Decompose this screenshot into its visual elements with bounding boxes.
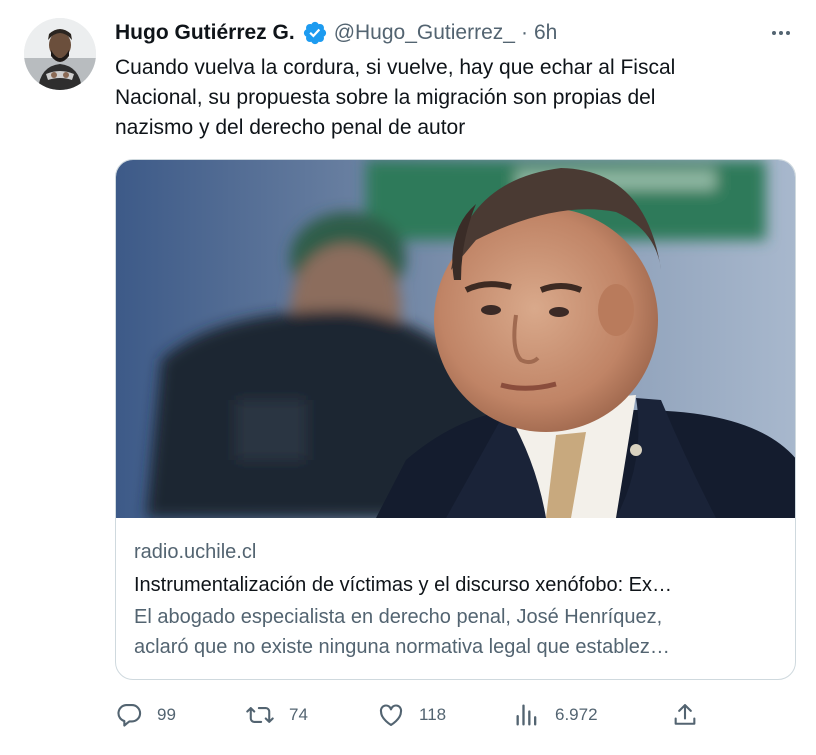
reply-count: 99 [157, 705, 176, 724]
retweet-button[interactable]: 74 [245, 698, 308, 732]
share-button[interactable] [671, 698, 699, 732]
tweet-text-line: nazismo y del derecho penal de autor [115, 116, 466, 139]
card-title: Instrumentalización de víctimas y el dis… [134, 574, 673, 596]
link-preview-card[interactable]: radio.uchile.cl Instrumentalización de v… [115, 159, 796, 680]
card-meta[interactable]: radio.uchile.cl Instrumentalización de v… [134, 537, 779, 662]
views-button[interactable]: 6.972 [513, 698, 598, 732]
share-upload-icon [671, 701, 699, 729]
like-count: 118 [419, 705, 447, 724]
card-description: El abogado especialista en derecho penal… [134, 602, 779, 662]
author-display-name[interactable]: Hugo Gutiérrez G. [115, 21, 295, 45]
reply-bubble-icon [115, 701, 143, 729]
view-count: 6.972 [555, 705, 598, 724]
tweet-text: Cuando vuelva la cordura, si vuelve, hay… [115, 53, 765, 143]
author-handle[interactable]: @Hugo_Gutierrez_ [334, 21, 515, 45]
card-description-line: El abogado especialista en derecho penal… [134, 606, 663, 628]
verified-badge-icon[interactable] [302, 20, 328, 46]
card-domain: radio.uchile.cl [134, 541, 257, 563]
tweet-text-line: Nacional, su propuesta sobre la migració… [115, 86, 656, 109]
tweet-text-line: Cuando vuelva la cordura, si vuelve, hay… [115, 56, 676, 79]
tweet-actions: 99 74 118 6.972 [115, 698, 715, 732]
tweet-header: Hugo Gutiérrez G. @Hugo_Gutierrez_ · 6h [115, 18, 557, 48]
reply-button[interactable]: 99 [115, 698, 176, 732]
like-button[interactable]: 118 [377, 698, 446, 732]
retweet-icon [245, 701, 275, 729]
tweet-time[interactable]: 6h [534, 21, 557, 45]
retweet-count: 74 [289, 705, 308, 724]
card-image[interactable] [116, 160, 796, 518]
separator-dot: · [520, 21, 528, 44]
views-bar-chart-icon [513, 701, 541, 729]
card-description-line: aclaró que no existe ninguna normativa l… [134, 636, 670, 658]
more-dots-icon[interactable] [766, 18, 796, 48]
avatar[interactable] [24, 18, 96, 90]
heart-icon [377, 701, 405, 729]
